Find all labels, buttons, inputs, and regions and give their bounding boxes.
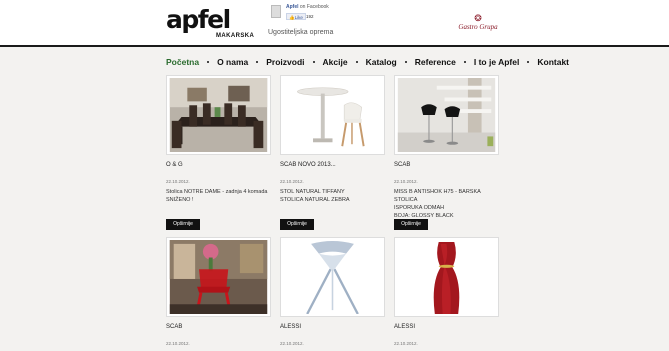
product-description: MISS B ANTISHOK H75 - BARSKA STOLICA ISP… [394, 188, 504, 220]
logo-wordmark: apfel [166, 5, 231, 34]
description-line: Stolica NOTRE DAME - zadnja 4 komada [166, 189, 268, 195]
nav-item-o-nama[interactable]: O nama [217, 57, 248, 67]
nav-separator [404, 61, 407, 63]
product-card: ALESSI 22.10.2012. [280, 237, 386, 351]
nav-item-kontakt[interactable]: Kontakt [537, 57, 569, 67]
product-title[interactable]: O & G [166, 162, 183, 168]
product-title[interactable]: SCAB [394, 162, 410, 168]
product-image[interactable] [394, 237, 499, 317]
read-more-button[interactable]: Opširnije [394, 219, 428, 230]
description-line: STOL NATURAL TIFFANY [280, 189, 345, 195]
nav-item-akcije[interactable]: Akcije [323, 57, 348, 67]
nav-item-reference[interactable]: Reference [415, 57, 456, 67]
header-divider [0, 45, 669, 47]
nav-separator [463, 61, 466, 63]
product-date: 22.10.2012. [394, 341, 418, 346]
apfel-logo[interactable]: apfel MAKARSKA [166, 5, 254, 39]
read-more-button[interactable]: Opširnije [280, 219, 314, 230]
product-title[interactable]: ALESSI [280, 324, 301, 330]
product-date: 22.10.2012. [280, 179, 304, 184]
logo-subtitle: MAKARSKA [216, 33, 255, 39]
nav-item-pocetna[interactable]: Početna [166, 57, 199, 67]
product-card: SCAB 22.10.2012. [166, 237, 272, 351]
site-header: apfel MAKARSKA Apfel on Facebook 👍Like 1… [0, 0, 669, 47]
nav-item-katalog[interactable]: Katalog [366, 57, 397, 67]
product-title[interactable]: ALESSI [394, 324, 415, 330]
product-date: 22.10.2012. [280, 341, 304, 346]
product-image[interactable] [280, 75, 385, 155]
facebook-page-title: Apfel on Facebook [286, 4, 329, 10]
description-line: SNIŽENO ! [166, 197, 194, 203]
facebook-like-label: Like [294, 15, 303, 20]
nav-separator [527, 61, 530, 63]
gastro-grupa-name: Gastro Grupa [458, 23, 498, 31]
table-chair-image [283, 78, 382, 152]
facebook-like-button[interactable]: 👍Like [286, 13, 306, 20]
description-line: STOLICA NATURAL ZEBRA [280, 197, 350, 203]
nav-item-proizvodi[interactable]: Proizvodi [266, 57, 304, 67]
main-nav: Početna O nama Proizvodi Akcije Katalog … [166, 56, 569, 68]
product-date: 22.10.2012. [394, 179, 418, 184]
description-line: ISPORUKA ODMAH [394, 205, 445, 211]
read-more-button[interactable]: Opširnije [166, 219, 200, 230]
red-chair-image [169, 240, 268, 314]
bar-stools-image [397, 78, 496, 152]
product-date: 22.10.2012. [166, 179, 190, 184]
product-description: Stolica NOTRE DAME - zadnja 4 komada SNI… [166, 188, 276, 204]
product-date: 22.10.2012. [166, 341, 190, 346]
product-card: SCAB NOVO 2013... 22.10.2012. STOL NATUR… [280, 75, 386, 235]
juicer-image [283, 240, 382, 314]
nav-separator [355, 61, 358, 63]
facebook-suffix: on Facebook [299, 4, 329, 10]
nav-item-i-to-je-apfel[interactable]: I to je Apfel [474, 57, 520, 67]
product-image[interactable] [166, 237, 271, 317]
product-description: STOL NATURAL TIFFANY STOLICA NATURAL ZEB… [280, 188, 390, 204]
product-card: SCAB 22.10.2012. MISS B ANTISHOK H75 - B… [394, 75, 500, 235]
dining-set-image [169, 78, 268, 152]
nav-separator [312, 61, 315, 63]
facebook-like-count: 192 [306, 14, 314, 19]
nav-separator [207, 61, 210, 63]
description-line: MISS B ANTISHOK H75 - BARSKA STOLICA [394, 189, 481, 203]
nav-separator [256, 61, 259, 63]
site-tagline: Ugostiteljska oprema [268, 29, 334, 36]
product-card: ALESSI 22.10.2012. [394, 237, 500, 351]
product-image[interactable] [394, 75, 499, 155]
product-title[interactable]: SCAB NOVO 2013... [280, 162, 336, 168]
product-title[interactable]: SCAB [166, 324, 182, 330]
facebook-page-thumbnail[interactable] [271, 5, 281, 18]
product-image[interactable] [280, 237, 385, 317]
facebook-page-link[interactable]: Apfel [286, 4, 299, 10]
product-image[interactable] [166, 75, 271, 155]
red-vase-image [397, 240, 496, 314]
gastro-grupa-mark-icon: ❂ [474, 13, 482, 23]
gastro-grupa-logo[interactable]: ❂ Gastro Grupa [455, 13, 501, 31]
product-card: O & G 22.10.2012. Stolica NOTRE DAME - z… [166, 75, 272, 235]
